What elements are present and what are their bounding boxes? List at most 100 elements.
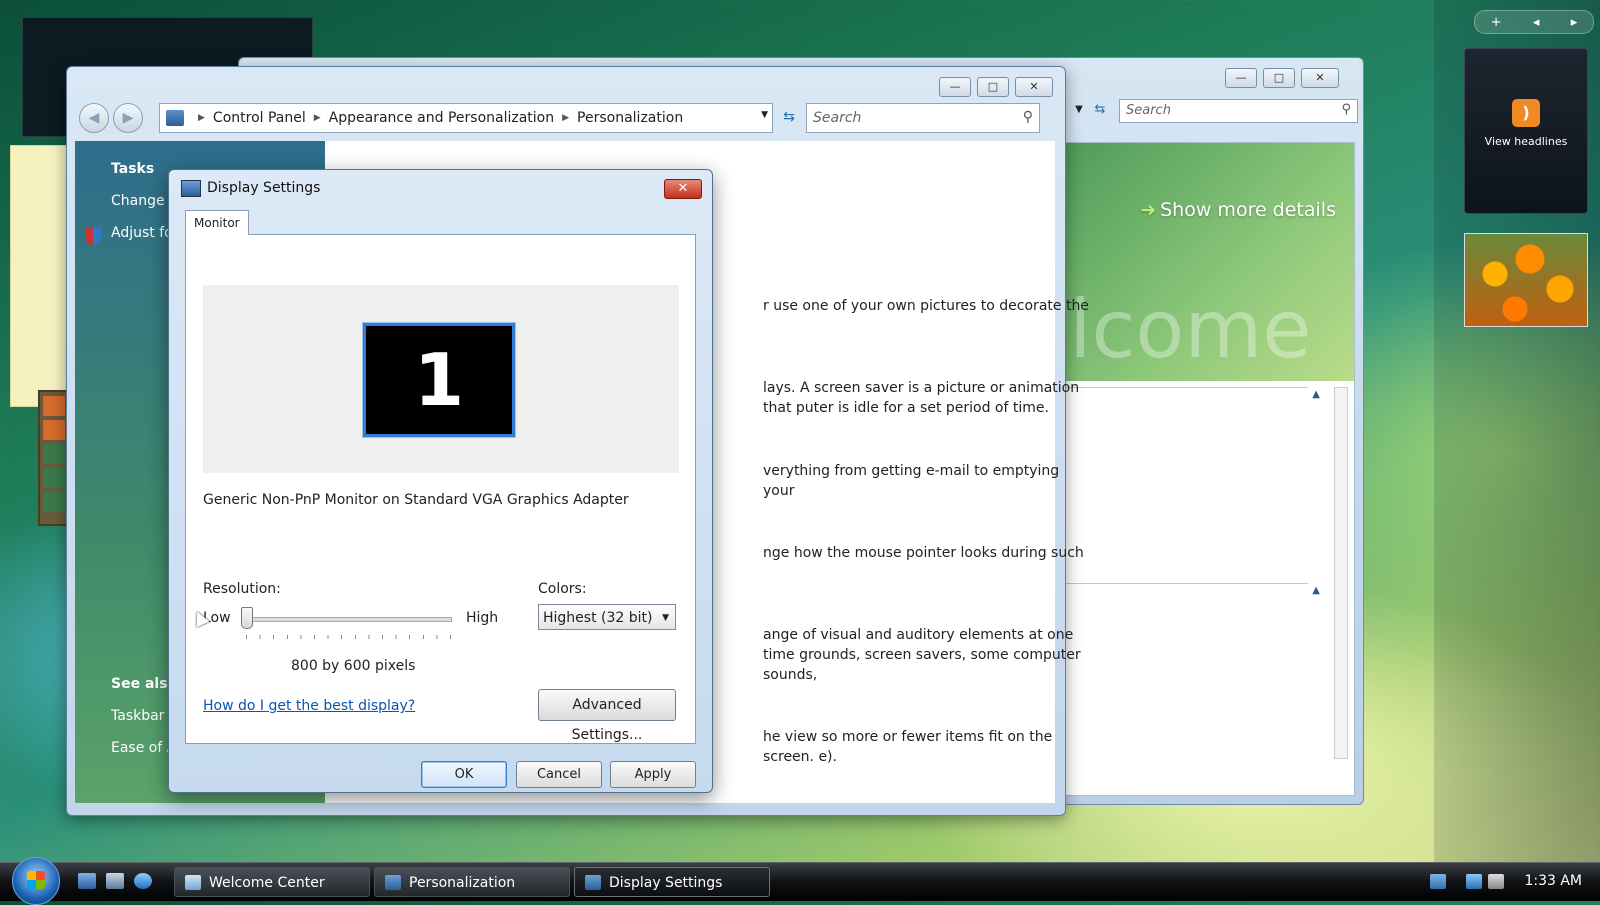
- ok-button[interactable]: OK: [421, 761, 507, 788]
- taskbar: Welcome Center Personalization Display S…: [0, 857, 1600, 905]
- display-settings-icon: [181, 180, 201, 197]
- collapse-icon[interactable]: ▲: [1312, 389, 1320, 400]
- next-icon[interactable]: ▸: [1571, 15, 1578, 30]
- clock[interactable]: 1:33 AM: [1524, 873, 1582, 889]
- breadcrumb-separator-icon[interactable]: ▶: [314, 113, 321, 123]
- refresh-icon[interactable]: ⇆: [1089, 99, 1111, 121]
- divider: [1060, 387, 1308, 388]
- see-also-taskbar-link[interactable]: Taskbar: [111, 708, 164, 724]
- internet-explorer-icon[interactable]: [134, 873, 152, 889]
- chevron-down-icon[interactable]: ▼: [761, 110, 768, 120]
- description-text: verything from getting e-mail to emptyin…: [763, 463, 1060, 499]
- rss-icon: ): [1512, 99, 1540, 127]
- show-desktop-icon[interactable]: [78, 873, 96, 889]
- network-icon[interactable]: [1466, 874, 1482, 889]
- taskbar-button-welcome-center[interactable]: Welcome Center: [174, 867, 370, 897]
- task-link-adjust[interactable]: Adjust fo: [111, 225, 173, 241]
- search-input[interactable]: Search ⚲: [806, 103, 1040, 133]
- tray-app-icon[interactable]: [1430, 874, 1446, 889]
- close-button[interactable]: ✕: [1015, 77, 1053, 97]
- taskbar-button-personalization[interactable]: Personalization: [374, 867, 570, 897]
- tab-monitor[interactable]: Monitor: [185, 210, 249, 235]
- close-button[interactable]: ✕: [664, 179, 702, 199]
- resolution-label: Resolution:: [203, 581, 281, 597]
- taskbar-button-label: Personalization: [409, 875, 516, 891]
- welcome-content: ➜Show more details elcome ▲ ▲: [1059, 142, 1355, 796]
- system-tray: 1:33 AM: [1380, 863, 1600, 901]
- feed-headlines-gadget[interactable]: ) View headlines: [1464, 48, 1588, 214]
- volume-muted-icon[interactable]: [1488, 874, 1504, 889]
- monitor-name: Generic Non-PnP Monitor on Standard VGA …: [203, 492, 629, 508]
- monitor-arrangement-area: 1: [203, 285, 679, 473]
- monitor-1-icon[interactable]: 1: [362, 322, 516, 438]
- add-gadget-icon[interactable]: +: [1491, 15, 1502, 30]
- slideshow-gadget[interactable]: [1464, 233, 1588, 327]
- forward-button[interactable]: ▶: [113, 103, 143, 133]
- show-more-details-link[interactable]: ➜ Show more details: [1140, 199, 1336, 221]
- welcome-center-icon: [185, 875, 201, 890]
- resolution-slider-thumb[interactable]: [241, 607, 253, 629]
- description-text: nge how the mouse pointer looks during s…: [763, 545, 1084, 561]
- tasks-heading: Tasks: [111, 161, 155, 177]
- description-text: he view so more or fewer items fit on th…: [763, 729, 1053, 765]
- breadcrumb-separator-icon[interactable]: ▶: [562, 113, 569, 123]
- back-button[interactable]: ◀: [79, 103, 109, 133]
- close-button[interactable]: ✕: [1301, 68, 1339, 88]
- description-text: r use one of your own pictures to decora…: [763, 298, 1089, 314]
- taskbar-button-label: Display Settings: [609, 875, 723, 891]
- advanced-settings-button[interactable]: Advanced Settings...: [538, 689, 676, 743]
- apply-button[interactable]: Apply: [610, 761, 696, 788]
- description-text: lays. A screen saver is a picture or ani…: [763, 380, 1080, 416]
- see-also-ease-link[interactable]: Ease of A: [111, 740, 176, 756]
- display-settings-dialog: Display Settings ✕ Monitor 1 Generic Non…: [168, 169, 713, 793]
- colors-select[interactable]: Highest (32 bit) ▼: [538, 604, 676, 630]
- personalization-icon: [385, 875, 401, 890]
- divider: [1060, 583, 1308, 584]
- breadcrumb-appearance[interactable]: Appearance and Personalization: [329, 110, 554, 126]
- breadcrumb-control-panel[interactable]: Control Panel: [213, 110, 306, 126]
- collapse-icon[interactable]: ▲: [1312, 585, 1320, 596]
- search-icon[interactable]: ⚲: [1341, 102, 1351, 117]
- scrollbar[interactable]: [1334, 387, 1348, 759]
- taskbar-button-label: Welcome Center: [209, 875, 325, 891]
- previous-icon[interactable]: ◂: [1533, 15, 1540, 30]
- description-text: ange of visual and auditory elements at …: [763, 627, 1081, 683]
- window-controls: — □ ✕: [1225, 68, 1339, 88]
- minimize-button[interactable]: —: [939, 77, 971, 97]
- colors-label: Colors:: [538, 581, 587, 597]
- task-link-change[interactable]: Change: [111, 193, 165, 209]
- taskbar-button-display-settings[interactable]: Display Settings: [574, 867, 770, 897]
- search-placeholder: Search: [1126, 103, 1171, 118]
- best-display-help-link[interactable]: How do I get the best display?: [203, 698, 415, 714]
- maximize-button[interactable]: □: [977, 77, 1009, 97]
- search-input[interactable]: Search ⚲: [1119, 99, 1358, 123]
- resolution-value: 800 by 600 pixels: [291, 658, 416, 674]
- display-settings-icon: [585, 875, 601, 890]
- minimize-button[interactable]: —: [1225, 68, 1257, 88]
- arrow-icon: ➜: [1140, 199, 1157, 221]
- view-headlines-label[interactable]: View headlines: [1465, 135, 1587, 148]
- colors-selected-value: Highest (32 bit): [543, 610, 653, 626]
- breadcrumb-personalization[interactable]: Personalization: [577, 110, 683, 126]
- sidebar-controls: + ◂ ▸: [1474, 10, 1594, 34]
- maximize-button[interactable]: □: [1263, 68, 1295, 88]
- start-button[interactable]: [12, 857, 60, 905]
- window-controls: — □ ✕: [939, 77, 1053, 97]
- breadcrumb-separator-icon[interactable]: ▶: [198, 113, 205, 123]
- resolution-slider[interactable]: [245, 617, 452, 622]
- resolution-high-label: High: [466, 610, 499, 626]
- dialog-title: Display Settings: [207, 180, 321, 196]
- refresh-icon[interactable]: ⇆: [775, 103, 803, 131]
- search-icon[interactable]: ⚲: [1023, 109, 1033, 125]
- search-placeholder: Search: [813, 110, 862, 126]
- switch-windows-icon[interactable]: [106, 873, 124, 889]
- address-bar[interactable]: ▶ Control Panel ▶ Appearance and Persona…: [159, 103, 773, 133]
- welcome-banner-text: elcome: [1060, 283, 1312, 376]
- shield-icon: [85, 227, 101, 245]
- slider-ticks: [246, 635, 452, 639]
- cancel-button[interactable]: Cancel: [516, 761, 602, 788]
- chevron-down-icon[interactable]: ▼: [662, 605, 669, 631]
- chevron-down-icon[interactable]: ▼: [1072, 99, 1086, 121]
- control-panel-icon: [166, 110, 184, 126]
- welcome-banner: ➜Show more details elcome: [1060, 143, 1354, 381]
